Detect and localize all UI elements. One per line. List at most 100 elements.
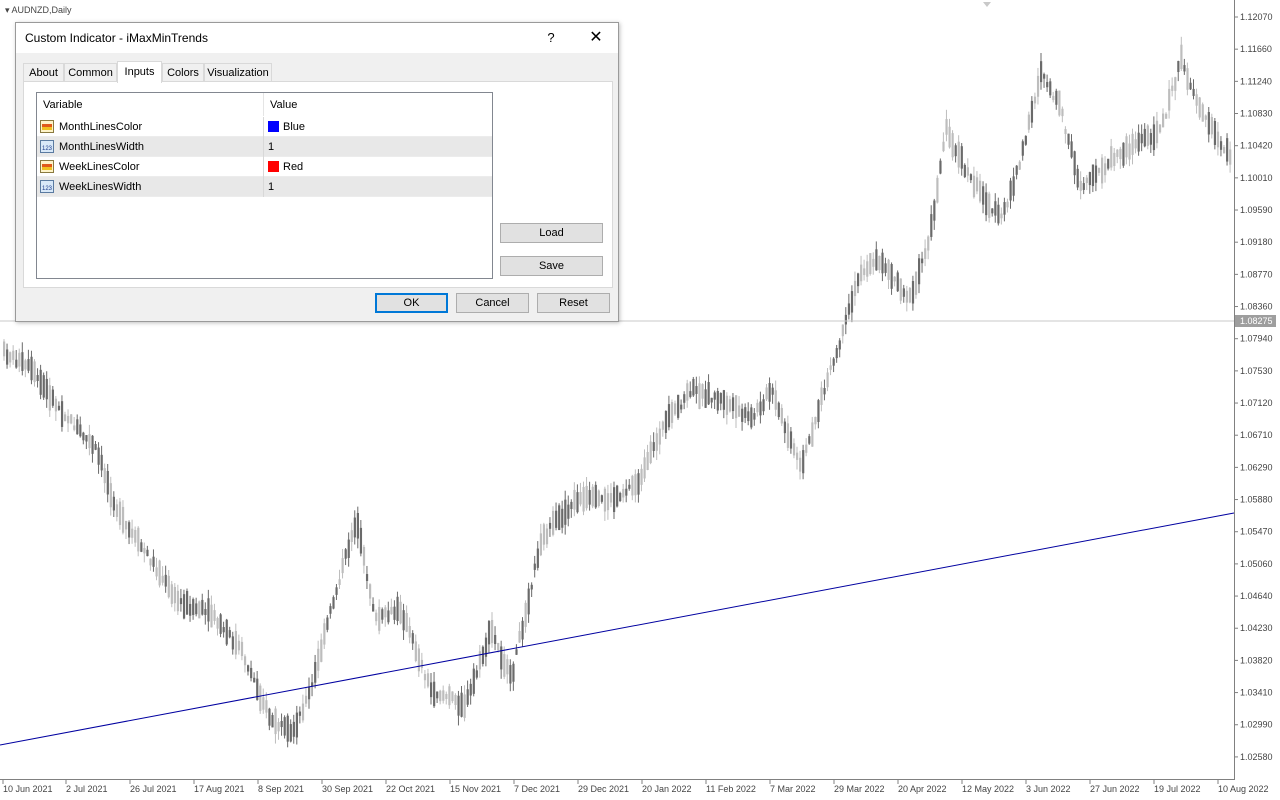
price-tick-label: 1.05880 bbox=[1240, 495, 1273, 505]
candle-body bbox=[21, 352, 24, 371]
candle-body bbox=[512, 663, 515, 682]
candle-body bbox=[674, 403, 677, 415]
candle-body bbox=[750, 407, 753, 428]
candle-body bbox=[1140, 133, 1143, 144]
candle-body bbox=[564, 499, 567, 525]
input-row-monthlineswidth[interactable]: 123 MonthLinesWidth 1 bbox=[37, 137, 492, 157]
candle-body bbox=[478, 651, 481, 670]
load-button[interactable]: Load bbox=[500, 223, 603, 243]
candle-body bbox=[628, 484, 631, 489]
help-button[interactable]: ? bbox=[541, 27, 561, 49]
value-cell[interactable]: Blue bbox=[283, 121, 305, 133]
candle-body bbox=[158, 560, 161, 586]
candle-body bbox=[905, 290, 908, 303]
candle-body bbox=[713, 392, 716, 400]
candle-body bbox=[542, 524, 546, 545]
candle-body bbox=[1149, 133, 1152, 145]
value-cell[interactable]: 1 bbox=[268, 141, 274, 153]
candle-body bbox=[1189, 82, 1192, 90]
cancel-button[interactable]: Cancel bbox=[456, 293, 529, 313]
candle-body bbox=[716, 390, 719, 411]
price-tick-label: 1.06710 bbox=[1240, 430, 1273, 440]
candle-body bbox=[933, 200, 936, 221]
candle-body bbox=[814, 416, 817, 425]
value-cell[interactable]: 1 bbox=[268, 181, 274, 193]
candle-body bbox=[1082, 183, 1085, 190]
candle-body bbox=[433, 681, 436, 707]
tab-about[interactable]: About bbox=[23, 63, 64, 81]
trend-line bbox=[0, 512, 1235, 746]
candle-body bbox=[250, 667, 253, 679]
candle-body bbox=[857, 273, 860, 287]
candle-body bbox=[735, 395, 738, 419]
candle-body bbox=[393, 606, 396, 620]
input-row-weeklineswidth[interactable]: 123 WeekLinesWidth 1 bbox=[37, 177, 492, 197]
save-button[interactable]: Save bbox=[500, 256, 603, 276]
candle-body bbox=[118, 501, 122, 526]
candle-body bbox=[173, 586, 176, 604]
candle-body bbox=[777, 402, 780, 418]
candle-body bbox=[652, 442, 655, 451]
tab-colors[interactable]: Colors bbox=[162, 63, 204, 81]
candle-body bbox=[329, 606, 332, 614]
value-column-header[interactable]: Value bbox=[270, 99, 297, 111]
reset-button[interactable]: Reset bbox=[537, 293, 610, 313]
variable-name: MonthLinesColor bbox=[59, 121, 143, 133]
candle-body bbox=[445, 693, 448, 699]
tab-inputs[interactable]: Inputs bbox=[117, 61, 162, 83]
candle-body bbox=[570, 501, 573, 510]
candle-body bbox=[771, 387, 774, 395]
close-icon[interactable]: ✕ bbox=[584, 27, 608, 49]
price-tick-label: 1.03410 bbox=[1240, 688, 1273, 698]
candle-body bbox=[152, 556, 155, 567]
candle-body bbox=[353, 517, 356, 538]
input-row-weeklinescolor[interactable]: WeekLinesColor Red bbox=[37, 157, 492, 177]
candle-body bbox=[689, 391, 692, 397]
candle-body bbox=[60, 401, 64, 427]
candle-body bbox=[625, 488, 628, 496]
variable-column-header[interactable]: Variable bbox=[43, 99, 83, 111]
candle-body bbox=[613, 487, 616, 513]
candle-body bbox=[1180, 44, 1183, 69]
candle-body bbox=[972, 175, 976, 198]
candle-body bbox=[796, 452, 799, 460]
price-tick-label: 1.05060 bbox=[1240, 559, 1273, 569]
candle-body bbox=[631, 475, 634, 496]
date-tick-label: 7 Dec 2021 bbox=[514, 784, 560, 794]
tab-common[interactable]: Common bbox=[64, 63, 117, 81]
candle-body bbox=[1122, 142, 1125, 166]
date-tick-label: 27 Jun 2022 bbox=[1090, 784, 1140, 794]
candle-body bbox=[64, 414, 67, 422]
candle-body bbox=[799, 457, 802, 472]
candle-body bbox=[582, 486, 585, 512]
candle-body bbox=[741, 408, 744, 422]
candle-body bbox=[1070, 141, 1073, 158]
value-cell[interactable]: Red bbox=[283, 161, 303, 173]
candle-body bbox=[634, 474, 637, 496]
candle-body bbox=[603, 488, 607, 512]
ok-button[interactable]: OK bbox=[375, 293, 448, 313]
variable-name: MonthLinesWidth bbox=[59, 141, 144, 153]
input-row-monthlinescolor[interactable]: MonthLinesColor Blue bbox=[37, 117, 492, 137]
candle-body bbox=[606, 493, 610, 511]
candle-body bbox=[966, 167, 969, 176]
candle-body bbox=[146, 549, 149, 557]
candle-body bbox=[710, 397, 713, 403]
price-tick-label: 1.03820 bbox=[1240, 655, 1273, 665]
candle-body bbox=[832, 358, 835, 366]
price-tick-label: 1.04640 bbox=[1240, 591, 1273, 601]
candle-body bbox=[908, 287, 912, 303]
candle-body bbox=[128, 522, 131, 538]
candle-body bbox=[1131, 133, 1134, 155]
candle-body bbox=[1043, 74, 1046, 79]
shift-marker-icon[interactable] bbox=[983, 2, 991, 7]
candle-body bbox=[731, 397, 735, 412]
candle-body bbox=[350, 530, 353, 542]
candle-body bbox=[704, 389, 707, 408]
candle-body bbox=[423, 674, 427, 681]
candle-body bbox=[518, 630, 521, 643]
tab-visualization[interactable]: Visualization bbox=[204, 63, 272, 81]
candle-body bbox=[304, 695, 308, 704]
date-tick-label: 30 Sep 2021 bbox=[322, 784, 373, 794]
candle-body bbox=[924, 248, 927, 259]
